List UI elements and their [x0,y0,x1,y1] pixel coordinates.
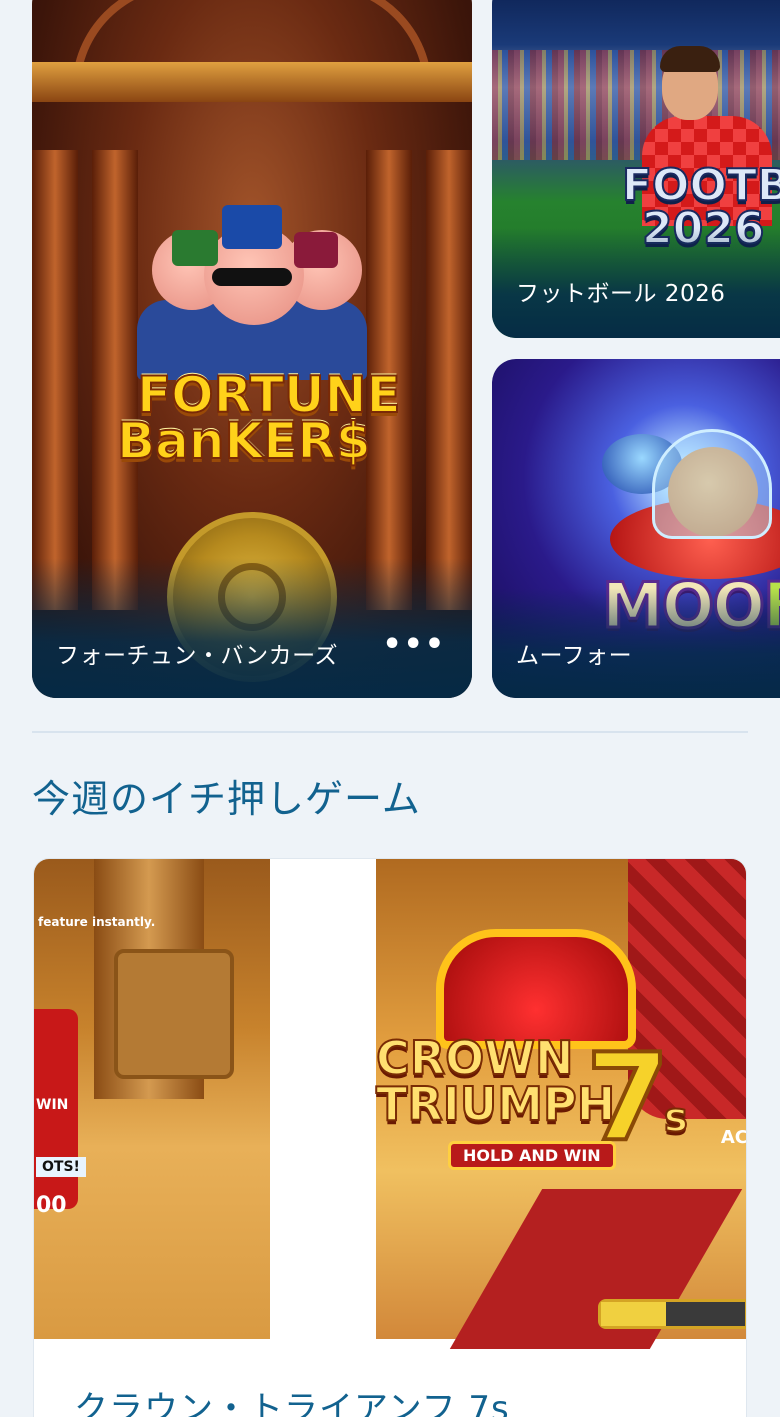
progress-bar [598,1299,746,1329]
panel-win: WIN [36,1097,69,1113]
game-title: ムーフォー [516,643,633,669]
pillar [32,150,78,610]
pillar [92,150,138,610]
featured-game-title[interactable]: クラウン・トライアンフ 7s [74,1381,510,1417]
more-horizontal-icon[interactable]: ••• [382,627,446,662]
panel-pots: OTS! [36,1157,86,1177]
game-tile-fortune-bankers[interactable]: FORTUNE BanKER$ フォーチュン・バンカーズ ••• [32,0,472,698]
pillar [426,150,472,610]
edge-text: AC [720,1127,747,1148]
logo-text-line1: FOOTBAL [621,160,780,211]
blue-hat [222,205,282,249]
ufo-dome [652,429,772,539]
crest [114,949,234,1079]
maroon-hat [294,232,338,268]
game-tile-moofo[interactable]: MOOF ムーフォー [492,359,780,698]
green-hat [172,230,218,266]
game-tile-football-2026[interactable]: FOOTBAL 2026 フットボール 2026 [492,0,780,338]
hold-and-win-badge: HOLD AND WIN [448,1141,616,1170]
logo-text-line2: TRIUMPH [375,1077,616,1131]
game-title: フォーチュン・バンカーズ [56,643,338,669]
sunglasses [212,268,292,286]
section-divider [32,731,748,733]
section-heading: 今週のイチ押しゲーム [32,777,421,821]
image-right-panel: CROWN TRIUMPH 7 s HOLD AND WIN AC [375,859,747,1349]
logo-s: s [663,1094,689,1142]
logo-text-line1: CROWN [375,1031,575,1085]
logo-text-line2: BanKER$ [116,411,372,471]
game-title: フットボール 2026 [516,281,726,307]
player-hair [660,46,720,72]
featured-game-image: feature instantly. WIN OTS! 00 CROWN TRI… [34,859,747,1349]
featured-game-card[interactable]: feature instantly. WIN OTS! 00 CROWN TRI… [33,858,747,1417]
progress-fill [601,1302,666,1326]
gold-beam [32,62,472,102]
image-left-panel: feature instantly. WIN OTS! 00 [34,859,270,1339]
panel-amount: 00 [36,1193,67,1218]
panel-caption: feature instantly. [38,915,156,929]
